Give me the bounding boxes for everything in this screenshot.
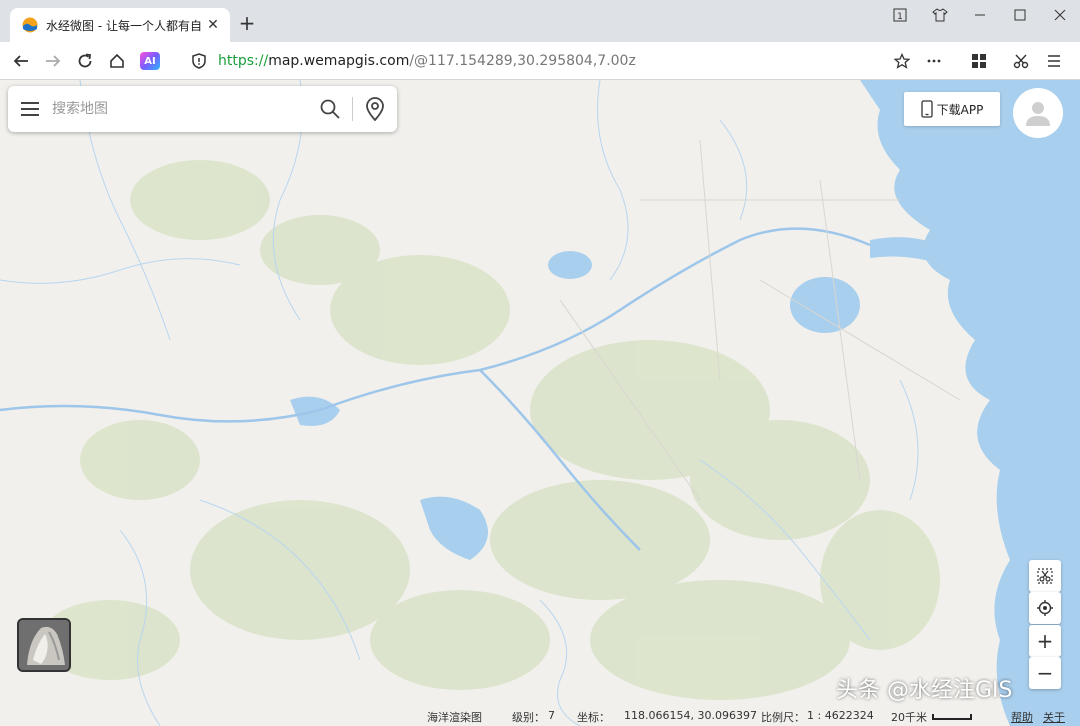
map-pin-icon[interactable] (353, 86, 397, 132)
locate-button[interactable] (1029, 592, 1061, 624)
level-value: 7 (548, 709, 555, 722)
tab-title: 水经微图 - 让每一个人都有自 (46, 18, 202, 33)
wemap-logo-icon (22, 17, 38, 33)
help-link[interactable]: 帮助 (1011, 709, 1033, 725)
zoom-out-button[interactable]: − (1029, 657, 1061, 689)
map-canvas[interactable]: 下载APP + − 头条 @水经注GIS 海洋渲染图 级别： 7 坐标： 118… (0, 80, 1080, 726)
scale-value: 1 : 4622324 (807, 709, 874, 722)
browser-tabbar: 水经微图 - 让每一个人都有自 ✕ + 1 (0, 0, 1080, 42)
level-label: 级别： (512, 711, 545, 724)
map-tiles (0, 80, 1080, 726)
url-path: /@117.154289,30.295804,7.00z (409, 53, 636, 69)
browser-tab[interactable]: 水经微图 - 让每一个人都有自 ✕ (10, 8, 230, 42)
ai-extension-icon[interactable]: AI (140, 52, 160, 70)
more-icon[interactable] (921, 48, 947, 74)
user-icon (1026, 102, 1050, 126)
tab-close-button[interactable]: ✕ (204, 16, 222, 34)
menu-icon[interactable] (1041, 48, 1067, 74)
phone-icon (921, 100, 933, 118)
scalebar-label: 20千米 (891, 711, 927, 724)
layer-name: 海洋渲染图 (427, 711, 482, 724)
crop-scissors-icon (1037, 568, 1053, 584)
maximize-icon[interactable] (1000, 0, 1040, 30)
scale-label: 比例尺： (761, 711, 805, 724)
screenshot-tool-button[interactable] (1029, 560, 1061, 592)
download-app-button[interactable]: 下载APP (904, 92, 1000, 126)
scale-bar (932, 714, 972, 720)
reload-icon[interactable] (72, 48, 98, 74)
minimize-icon[interactable] (960, 0, 1000, 30)
coord-label: 坐标： (577, 711, 610, 724)
user-avatar[interactable] (1013, 88, 1063, 138)
about-link[interactable]: 关于 (1043, 709, 1065, 725)
coord-value: 118.066154, 30.096397 (624, 709, 757, 722)
shield-icon[interactable] (186, 48, 212, 74)
search-input[interactable] (52, 101, 308, 117)
watermark: 头条 @水经注GIS (836, 678, 1013, 703)
shirt-icon[interactable] (920, 0, 960, 30)
url-host: map.wemapgis.com (268, 53, 410, 69)
terrain-thumbnail-icon (19, 620, 69, 670)
window-close-icon[interactable] (1040, 0, 1080, 30)
hamburger-menu-icon[interactable] (8, 86, 52, 132)
tab-count-icon[interactable]: 1 (880, 0, 920, 30)
download-app-label: 下载APP (936, 102, 984, 117)
zoom-in-button[interactable]: + (1029, 625, 1061, 657)
back-icon[interactable] (8, 48, 34, 74)
search-icon[interactable] (308, 86, 352, 132)
browser-toolbar: AI https://map.wemapgis.com/@117.154289,… (0, 42, 1080, 80)
address-bar[interactable]: https://map.wemapgis.com/@117.154289,30.… (218, 47, 908, 75)
apps-icon[interactable] (966, 48, 992, 74)
search-panel (8, 86, 397, 132)
target-icon (1037, 600, 1053, 616)
home-icon[interactable] (104, 48, 130, 74)
url-scheme: https:// (218, 53, 269, 69)
basemap-switcher[interactable] (17, 618, 71, 672)
new-tab-button[interactable]: + (236, 13, 258, 35)
star-icon[interactable] (889, 48, 915, 74)
map-status-bar: 海洋渲染图 级别： 7 坐标： 118.066154, 30.096397 比例… (0, 706, 1080, 726)
svg-text:1: 1 (897, 12, 903, 22)
scissors-icon[interactable] (1008, 48, 1034, 74)
forward-icon[interactable] (40, 48, 66, 74)
